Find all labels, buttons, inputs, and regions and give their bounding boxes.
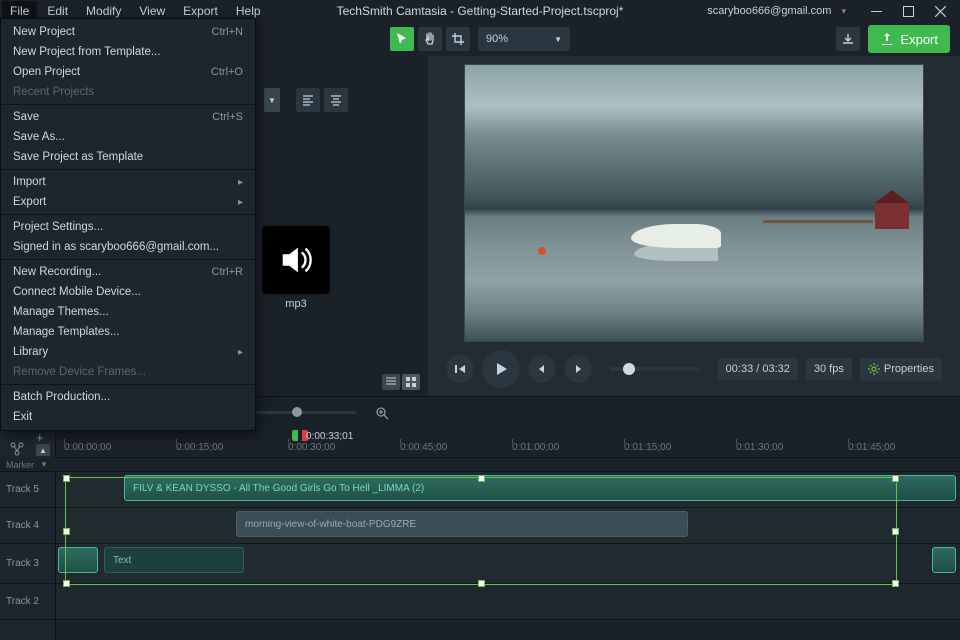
filter-dropdown[interactable]: ▼ (264, 88, 280, 112)
clip[interactable] (58, 547, 98, 573)
prev-frame-button[interactable] (446, 355, 474, 383)
zoom-thumb[interactable] (292, 407, 302, 417)
playhead-time: 0:00:33;01 (306, 431, 353, 442)
ruler-tick: 0:01:15;00 (624, 442, 671, 453)
canvas-preview[interactable] (464, 64, 924, 342)
select-tool-button[interactable] (390, 27, 414, 51)
file-menu-item[interactable]: Connect Mobile Device... (1, 282, 255, 302)
file-menu-item[interactable]: Export (1, 192, 255, 212)
file-menu-item[interactable]: Manage Templates... (1, 322, 255, 342)
track-label[interactable]: Track 3 (0, 544, 56, 584)
canvas-panel: 00:33 / 03:32 30 fps Properties (428, 56, 960, 396)
play-button[interactable] (482, 350, 520, 388)
step-back-button[interactable] (528, 355, 556, 383)
ruler-tick: 0:00:15;00 (176, 442, 223, 453)
file-menu-item[interactable]: Manage Themes... (1, 302, 255, 322)
file-menu-item[interactable]: Project Settings... (1, 217, 255, 237)
clip[interactable]: Text (104, 547, 244, 573)
file-menu-item[interactable]: SaveCtrl+S (1, 107, 255, 127)
playbar: 00:33 / 03:32 30 fps Properties (440, 342, 948, 388)
boat-shape (631, 224, 721, 248)
file-menu-dropdown: New ProjectCtrl+NNew Project from Templa… (0, 18, 256, 431)
track-row[interactable]: Text (56, 544, 960, 584)
branch-icon[interactable] (10, 442, 24, 459)
file-menu-item[interactable]: Batch Production... (1, 387, 255, 407)
track-label[interactable]: Track 4 (0, 508, 56, 544)
download-button[interactable] (836, 27, 860, 51)
fps-display[interactable]: 30 fps (806, 358, 852, 380)
media-item[interactable]: mp3 (262, 226, 330, 310)
audio-icon (262, 226, 330, 294)
clip[interactable]: morning-view-of-white-boat-PDG9ZRE (236, 511, 688, 537)
window-title: TechSmith Camtasia - Getting-Started-Pro… (337, 4, 624, 18)
zoom-select[interactable]: 90% ▼ (478, 27, 570, 51)
file-menu-item[interactable]: Save As... (1, 127, 255, 147)
track-labels: Marker▼ Track 5Track 4Track 3Track 2 (0, 458, 56, 640)
file-menu-item: Remove Device Frames... (1, 362, 255, 382)
file-menu-item[interactable]: Save Project as Template (1, 147, 255, 167)
account-chevron-icon[interactable]: ▾ (841, 6, 846, 17)
ruler-tick: 0:00:30;00 (288, 442, 335, 453)
minimize-button[interactable] (864, 2, 888, 20)
track-row[interactable]: morning-view-of-white-boat-PDG9ZRE (56, 508, 960, 544)
align-left-button[interactable] (296, 88, 320, 112)
track-label[interactable]: Track 5 (0, 472, 56, 508)
share-icon (880, 32, 894, 46)
export-button[interactable]: Export (868, 25, 950, 53)
file-menu-item[interactable]: Open ProjectCtrl+O (1, 62, 255, 82)
properties-label: Properties (884, 363, 934, 375)
file-menu-item[interactable]: New Project from Template... (1, 42, 255, 62)
dock-shape (763, 220, 873, 223)
list-view-button[interactable] (382, 374, 400, 390)
step-forward-button[interactable] (564, 355, 592, 383)
close-button[interactable] (928, 2, 952, 20)
ruler-tick: 0:01:45;00 (848, 442, 895, 453)
time-display: 00:33 / 03:32 (718, 358, 798, 380)
chevron-down-icon: ▼ (40, 460, 48, 469)
file-menu-item: Recent Projects (1, 82, 255, 102)
grid-view-button[interactable] (402, 374, 420, 390)
properties-button[interactable]: Properties (860, 358, 942, 381)
zoom-in-button[interactable] (374, 405, 390, 421)
ruler-tick: 0:01:30;00 (736, 442, 783, 453)
buoy-shape (538, 247, 546, 255)
file-menu-item[interactable]: New Recording...Ctrl+R (1, 262, 255, 282)
chevron-down-icon: ▼ (554, 35, 562, 44)
account-email[interactable]: scaryboo666@gmail.com (707, 5, 831, 17)
title-right: scaryboo666@gmail.com ▾ (707, 2, 952, 20)
maximize-button[interactable] (896, 2, 920, 20)
align-center-button[interactable] (324, 88, 348, 112)
timeline-body[interactable]: FILV & KEAN DYSSO - All The Good Girls G… (56, 458, 960, 640)
timeline-zoom-slider[interactable] (256, 411, 356, 414)
gear-icon (868, 363, 880, 375)
marker-lane[interactable] (56, 458, 960, 472)
ruler-tick: 0:00:45;00 (400, 442, 447, 453)
pan-tool-button[interactable] (418, 27, 442, 51)
timeline: + ▲ 0:00:33;01 0:00:00;000:00:15;000:00:… (0, 428, 960, 640)
ruler-tick: 0:01:00;00 (512, 442, 559, 453)
crop-tool-button[interactable] (446, 27, 470, 51)
file-menu-item[interactable]: Signed in as scaryboo666@gmail.com... (1, 237, 255, 257)
scrub-bar[interactable] (610, 367, 700, 371)
collapse-button[interactable]: ▲ (36, 444, 50, 456)
clip[interactable]: FILV & KEAN DYSSO - All The Good Girls G… (124, 475, 956, 501)
zoom-value: 90% (486, 33, 508, 45)
file-menu-item[interactable]: Import (1, 172, 255, 192)
ruler-tick: 0:00:00;00 (64, 442, 111, 453)
track-row[interactable] (56, 584, 960, 620)
titlebar: FileEditModifyViewExportHelp TechSmith C… (0, 0, 960, 22)
file-menu-item[interactable]: New ProjectCtrl+N (1, 22, 255, 42)
export-label: Export (900, 32, 938, 47)
house-shape (875, 203, 909, 229)
clip[interactable] (932, 547, 956, 573)
track-label[interactable]: Track 2 (0, 584, 56, 620)
marker-row-label[interactable]: Marker▼ (0, 458, 56, 472)
media-label: mp3 (262, 298, 330, 310)
track-row[interactable]: FILV & KEAN DYSSO - All The Good Girls G… (56, 472, 960, 508)
scrub-thumb[interactable] (623, 363, 635, 375)
add-track-button[interactable]: + (36, 430, 44, 445)
file-menu-item[interactable]: Library (1, 342, 255, 362)
timeline-ruler[interactable]: 0:00:33;01 0:00:00;00 0:00:15;00 0:00:30;0… (56, 428, 960, 458)
file-menu-item[interactable]: Exit (1, 407, 255, 427)
